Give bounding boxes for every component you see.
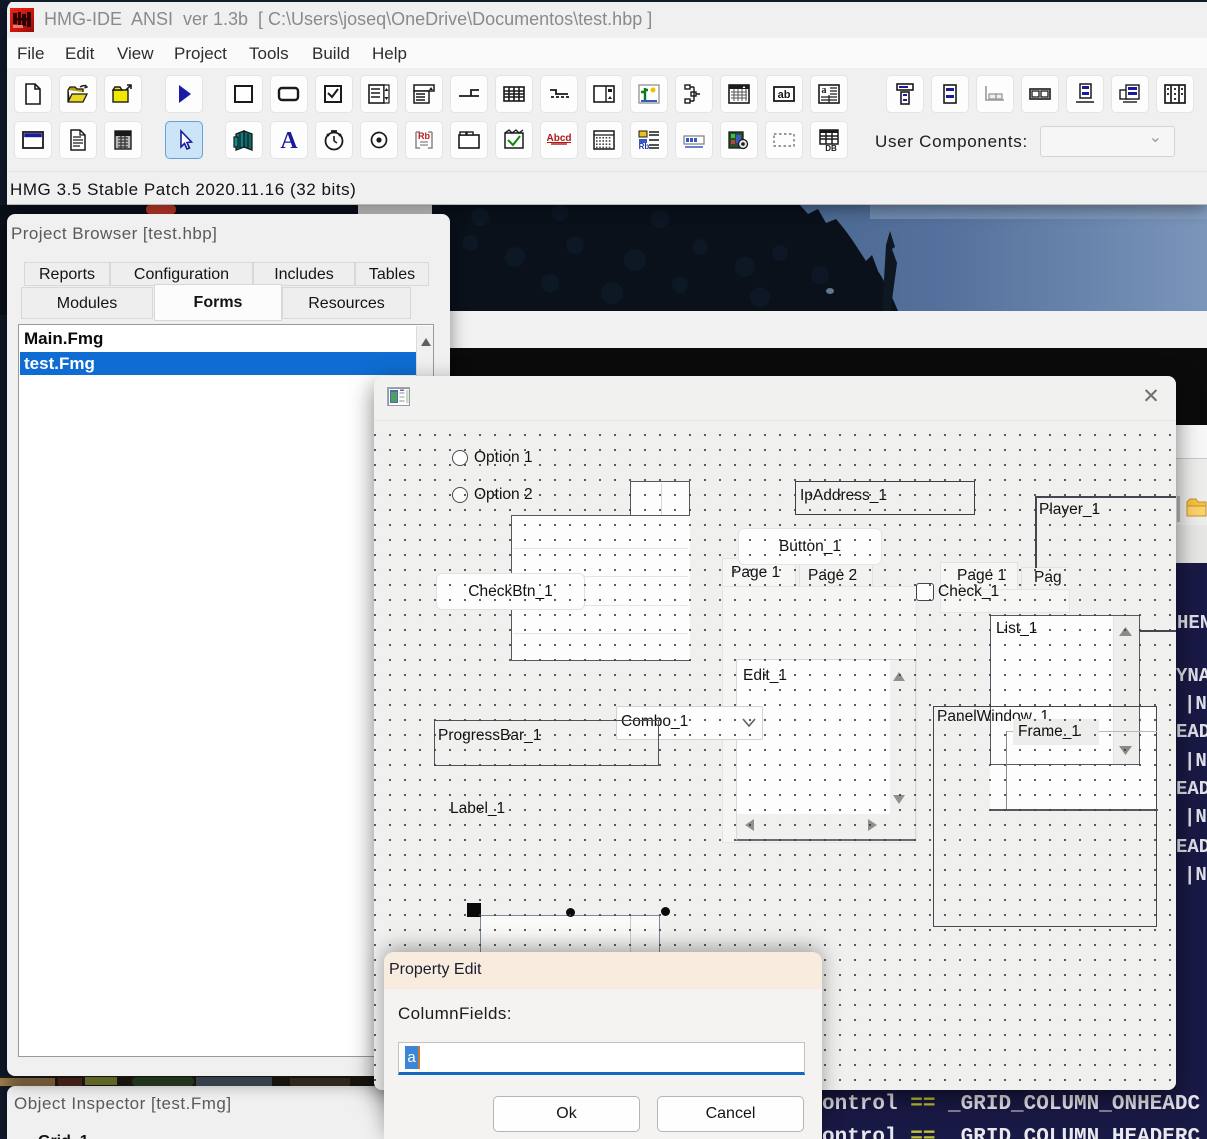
- svg-text:Abcd: Abcd: [547, 133, 571, 144]
- svg-text:Rb: Rb: [418, 131, 430, 141]
- svg-text:a: a: [822, 85, 827, 96]
- svg-text:Rb: Rb: [639, 142, 650, 151]
- svg-text:DB: DB: [825, 144, 837, 152]
- svg-text:A: A: [280, 128, 298, 152]
- svg-text:ab: ab: [778, 89, 791, 101]
